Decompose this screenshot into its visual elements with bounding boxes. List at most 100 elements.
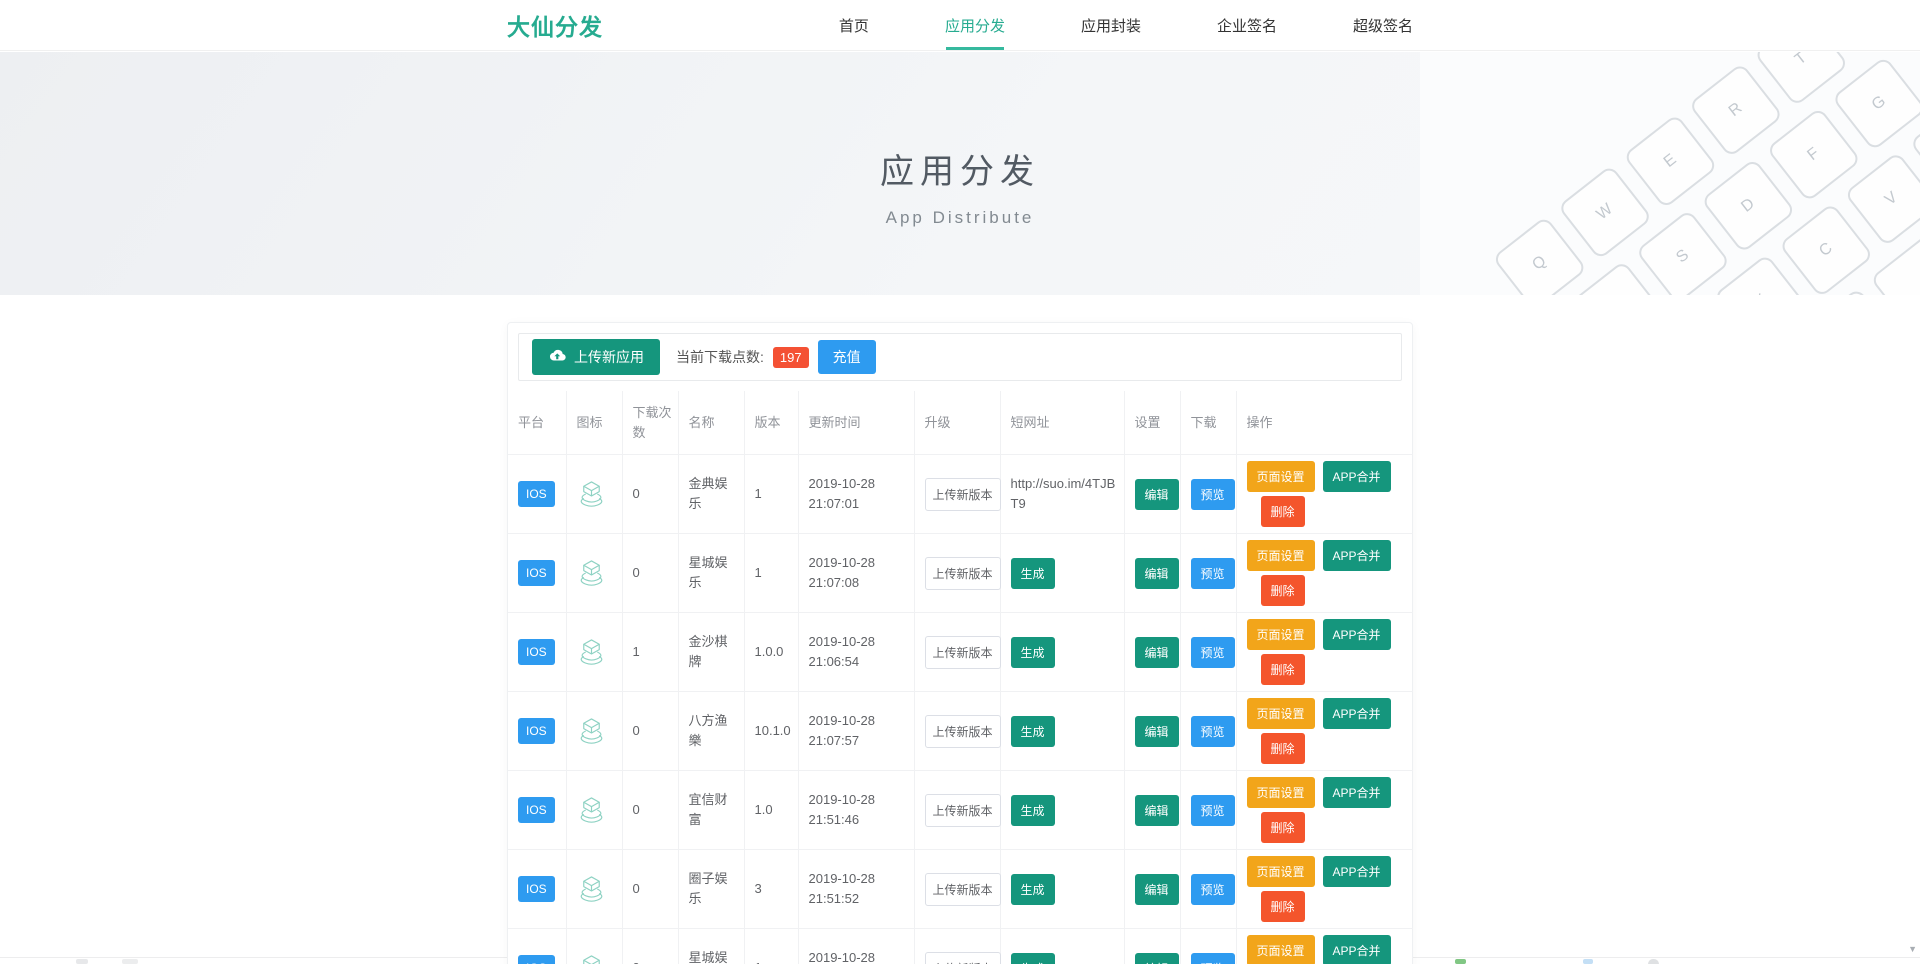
delete-button[interactable]: 删除 — [1261, 654, 1305, 685]
page-setting-button[interactable]: 页面设置 — [1247, 540, 1315, 571]
main-nav: 首页 应用分发 应用封装 企业签名 超级签名 — [763, 0, 1413, 50]
table-row: IOS 0 星城娱乐 1 2019-10-28 21:07:08 上传新版本 生… — [508, 534, 1413, 613]
edit-button[interactable]: 编辑 — [1135, 479, 1179, 510]
row-actions: 页面设置 APP合并 删除 — [1247, 540, 1408, 606]
preview-button[interactable]: 预览 — [1191, 558, 1235, 589]
page-setting-button[interactable]: 页面设置 — [1247, 777, 1315, 808]
download-count: 0 — [622, 455, 678, 534]
page-setting-button[interactable]: 页面设置 — [1247, 619, 1315, 650]
download-count: 0 — [622, 771, 678, 850]
page-setting-button[interactable]: 页面设置 — [1247, 856, 1315, 887]
app-name: 八方渔樂 — [678, 692, 744, 771]
edit-button[interactable]: 编辑 — [1135, 637, 1179, 668]
preview-button[interactable]: 预览 — [1191, 716, 1235, 747]
edit-button[interactable]: 编辑 — [1135, 795, 1179, 826]
app-version: 1 — [744, 534, 798, 613]
generate-short-url-button[interactable]: 生成 — [1011, 874, 1055, 905]
upload-new-version-button[interactable]: 上传新版本 — [925, 557, 1001, 590]
app-table-body: IOS 0 金典娱乐 1 2019-10-28 21:07:01 上传新版本 h… — [508, 455, 1413, 964]
update-time: 2019-10-28 21:07:08 — [798, 534, 914, 613]
upload-new-version-button[interactable]: 上传新版本 — [925, 794, 1001, 827]
update-time: 2019-10-28 21:07:01 — [798, 455, 914, 534]
app-name: 圈子娱乐 — [678, 850, 744, 929]
col-updated: 更新时间 — [798, 391, 914, 455]
app-version: 1.0.0 — [744, 613, 798, 692]
col-platform: 平台 — [508, 391, 566, 455]
table-row: IOS 0 圈子娱乐 3 2019-10-28 21:51:52 上传新版本 生… — [508, 850, 1413, 929]
app-merge-button[interactable]: APP合并 — [1323, 935, 1391, 964]
app-merge-button[interactable]: APP合并 — [1323, 856, 1391, 887]
upload-new-app-button[interactable]: 上传新应用 — [532, 339, 660, 375]
upload-new-version-button[interactable]: 上传新版本 — [925, 715, 1001, 748]
update-time: 2019-10-28 21:07:57 — [798, 692, 914, 771]
site-logo[interactable]: 大仙分发 — [507, 8, 603, 42]
upload-new-version-button[interactable]: 上传新版本 — [925, 478, 1001, 511]
delete-button[interactable]: 删除 — [1261, 812, 1305, 843]
delete-button[interactable]: 删除 — [1261, 733, 1305, 764]
page-setting-button[interactable]: 页面设置 — [1247, 698, 1315, 729]
edit-button[interactable]: 编辑 — [1135, 716, 1179, 747]
upload-new-version-button[interactable]: 上传新版本 — [925, 952, 1001, 964]
row-actions: 页面设置 APP合并 删除 — [1247, 777, 1408, 843]
app-version: 3 — [744, 850, 798, 929]
col-upgrade: 升级 — [914, 391, 1000, 455]
app-merge-button[interactable]: APP合并 — [1323, 619, 1391, 650]
delete-button[interactable]: 删除 — [1261, 496, 1305, 527]
footer-scrap — [1583, 959, 1593, 964]
app-merge-button[interactable]: APP合并 — [1323, 461, 1391, 492]
app-merge-button[interactable]: APP合并 — [1323, 698, 1391, 729]
edit-button[interactable]: 编辑 — [1135, 874, 1179, 905]
nav-item-enterprise-sign[interactable]: 企业签名 — [1217, 0, 1277, 50]
nav-item-super-sign[interactable]: 超级签名 — [1353, 0, 1413, 50]
app-table: 平台 图标 下载次数 名称 版本 更新时间 升级 短网址 设置 下载 操作 IO… — [508, 391, 1413, 964]
top-nav-bar: 大仙分发 首页 应用分发 应用封装 企业签名 超级签名 — [0, 0, 1920, 51]
app-cube-icon — [577, 795, 616, 826]
table-row: IOS 0 宜信财富 1.0 2019-10-28 21:51:46 上传新版本… — [508, 771, 1413, 850]
download-count: 0 — [622, 534, 678, 613]
keyboard-key: G — [1831, 56, 1920, 151]
delete-button[interactable]: 删除 — [1261, 575, 1305, 606]
generate-short-url-button[interactable]: 生成 — [1011, 716, 1055, 747]
edit-button[interactable]: 编辑 — [1135, 953, 1179, 964]
keyboard-key: A — [1570, 260, 1665, 295]
keyboard-key: T — [1754, 52, 1849, 107]
app-merge-button[interactable]: APP合并 — [1323, 540, 1391, 571]
upload-new-version-button[interactable]: 上传新版本 — [925, 636, 1001, 669]
app-cube-icon — [577, 637, 616, 668]
scrollbar-down-arrow[interactable]: ▼ — [1908, 944, 1917, 954]
generate-short-url-button[interactable]: 生成 — [1011, 953, 1055, 964]
cloud-upload-icon — [548, 349, 566, 365]
app-merge-button[interactable]: APP合并 — [1323, 777, 1391, 808]
col-icon: 图标 — [566, 391, 622, 455]
preview-button[interactable]: 预览 — [1191, 953, 1235, 964]
row-actions: 页面设置 APP合并 删除 — [1247, 856, 1408, 922]
page-setting-button[interactable]: 页面设置 — [1247, 461, 1315, 492]
generate-short-url-button[interactable]: 生成 — [1011, 637, 1055, 668]
platform-badge: IOS — [518, 955, 555, 964]
preview-button[interactable]: 预览 — [1191, 795, 1235, 826]
download-count: 1 — [622, 613, 678, 692]
nav-item-app-package[interactable]: 应用封装 — [1081, 0, 1141, 50]
table-row: IOS 0 八方渔樂 10.1.0 2019-10-28 21:07:57 上传… — [508, 692, 1413, 771]
page-title: 应用分发 — [0, 144, 1920, 193]
app-list-card: 上传新应用 当前下载点数: 197 充值 平台 图标 下载次数 名称 版本 更新… — [507, 322, 1413, 964]
generate-short-url-button[interactable]: 生成 — [1011, 795, 1055, 826]
platform-badge: IOS — [518, 718, 555, 745]
generate-short-url-button[interactable]: 生成 — [1011, 558, 1055, 589]
col-short-url: 短网址 — [1000, 391, 1124, 455]
app-version: 1 — [744, 455, 798, 534]
edit-button[interactable]: 编辑 — [1135, 558, 1179, 589]
recharge-button[interactable]: 充值 — [818, 340, 876, 374]
upload-new-version-button[interactable]: 上传新版本 — [925, 873, 1001, 906]
footer-scrap — [1455, 959, 1466, 964]
page-setting-button[interactable]: 页面设置 — [1247, 935, 1315, 964]
platform-badge: IOS — [518, 797, 555, 824]
preview-button[interactable]: 预览 — [1191, 479, 1235, 510]
delete-button[interactable]: 删除 — [1261, 891, 1305, 922]
nav-item-home[interactable]: 首页 — [839, 0, 869, 50]
preview-button[interactable]: 预览 — [1191, 637, 1235, 668]
nav-item-app-distribute[interactable]: 应用分发 — [945, 0, 1005, 50]
download-count: 0 — [622, 692, 678, 771]
update-time: 2019-10-28 21:06:54 — [798, 613, 914, 692]
preview-button[interactable]: 预览 — [1191, 874, 1235, 905]
